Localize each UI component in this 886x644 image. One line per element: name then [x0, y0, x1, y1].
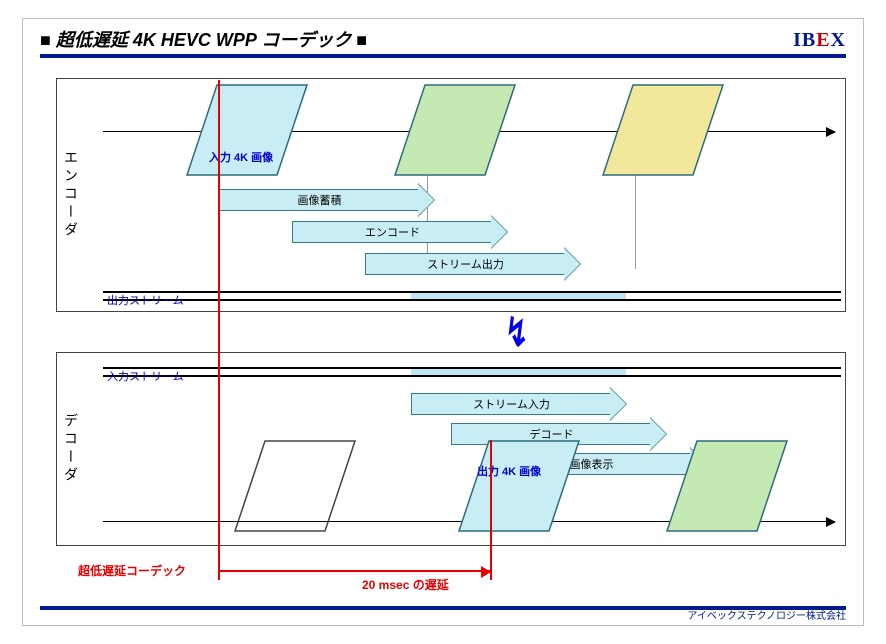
arrow-head-icon: [564, 248, 580, 280]
encoder-section: エンコーダ 入力 4K 画像 画像蓄積 エンコード ストリーム出力 出力ストリー…: [56, 78, 846, 312]
decoder-frame-0: [235, 441, 355, 531]
encoder-frame-3: [603, 85, 723, 175]
encoder-proc-encode: エンコード: [292, 221, 507, 243]
decoder-label: デコーダ: [61, 413, 81, 485]
encoder-proc-stream-out: ストリーム出力: [365, 253, 580, 275]
encoder-frame-1: 入力 4K 画像: [187, 85, 307, 175]
delay-start-line: [218, 80, 220, 580]
footer: アイベックステクノロジー株式会社: [40, 606, 846, 622]
encoder-proc-encode-label: エンコード: [292, 221, 493, 243]
encoder-stream-fill: [411, 293, 626, 299]
encoder-proc-accumulate: 画像蓄積: [219, 189, 434, 211]
encoder-stream-label: 出力ストリーム: [107, 292, 184, 308]
decoder-stream-fill: [411, 369, 626, 375]
decoder-proc-stream-in-label: ストリーム入力: [411, 393, 612, 415]
delay-arrow: [218, 570, 490, 572]
logo-e: E: [816, 29, 830, 51]
header: ■ 超低遅延 4K HEVC WPP コーデック ■ IBEX: [40, 26, 846, 58]
arrow-head-icon: [610, 388, 626, 420]
arrow-head-icon: [418, 184, 434, 216]
lightning-icon: ↯: [505, 310, 528, 356]
delay-end-line: [490, 440, 492, 580]
encoder-frame-2: [395, 85, 515, 175]
arrow-head-icon: [650, 418, 666, 450]
decoder-frame-2: [667, 441, 787, 531]
footer-company: アイベックステクノロジー株式会社: [687, 611, 846, 622]
encoder-proc-accumulate-label: 画像蓄積: [219, 189, 420, 211]
logo: IBEX: [793, 29, 846, 54]
delay-label-left: 超低遅延コーデック: [78, 562, 186, 579]
delay-label-value: 20 msec の遅延: [362, 576, 449, 593]
decoder-frame-label: 出力 4K 画像: [477, 463, 541, 479]
decoder-frame-1: 出力 4K 画像: [459, 441, 579, 531]
logo-b: B: [802, 29, 816, 51]
page-title: ■ 超低遅延 4K HEVC WPP コーデック ■: [40, 26, 367, 54]
encoder-proc-stream-out-label: ストリーム出力: [365, 253, 566, 275]
arrow-head-icon: [491, 216, 507, 248]
decoder-stream-label: 入力ストリーム: [107, 368, 184, 384]
decoder-section: デコーダ 入力ストリーム ストリーム入力 デコード 画像表示 出力 4K 画像: [56, 352, 846, 546]
encoder-label: エンコーダ: [61, 150, 81, 240]
logo-i: I: [793, 29, 802, 51]
logo-x: X: [831, 29, 846, 51]
decoder-proc-stream-in: ストリーム入力: [411, 393, 626, 415]
